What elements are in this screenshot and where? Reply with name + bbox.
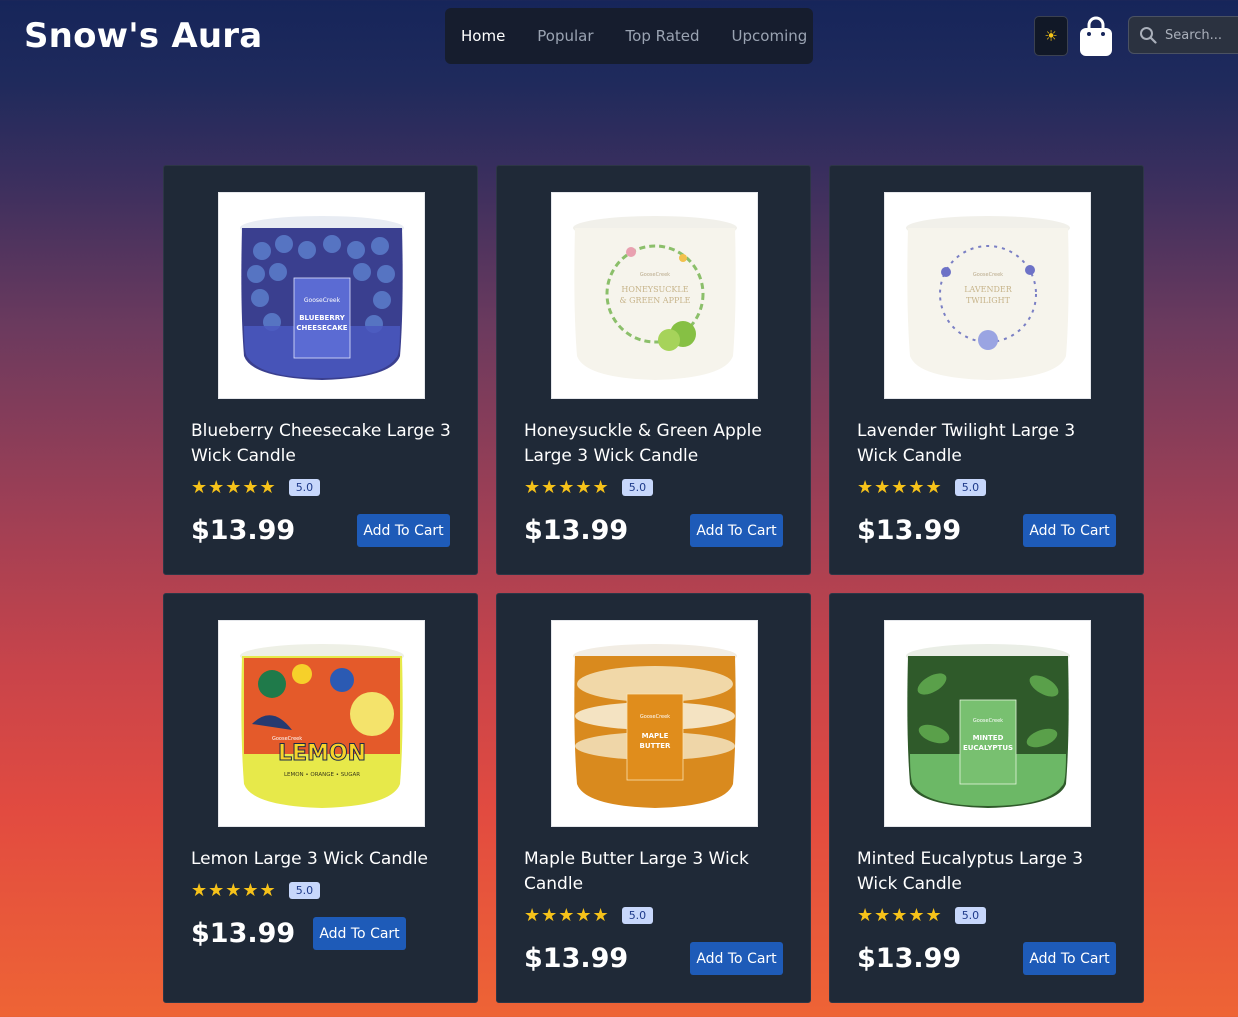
product-title[interactable]: Maple Butter Large 3 Wick Candle	[524, 847, 784, 897]
product-image[interactable]: GooseCreek MINTED EUCALYPTUS	[884, 620, 1091, 827]
svg-text:LEMON: LEMON	[277, 741, 365, 766]
svg-text:HONEYSUCKLE: HONEYSUCKLE	[621, 285, 688, 294]
theme-toggle-button[interactable]: ☀	[1034, 16, 1068, 56]
star-rating-icon: ★★★★★	[191, 477, 277, 497]
product-card: GooseCreek BLUEBERRY CHEESECAKE Blueberr…	[163, 165, 478, 575]
add-to-cart-button[interactable]: Add To Cart	[690, 942, 783, 975]
svg-text:MAPLE: MAPLE	[641, 732, 668, 740]
product-price: $13.99	[857, 943, 962, 974]
nav-home[interactable]: Home	[461, 27, 505, 45]
svg-text:LAVENDER: LAVENDER	[964, 285, 1013, 294]
candle-image: GooseCreek HONEYSUCKLE & GREEN APPLE	[572, 215, 737, 380]
add-to-cart-button[interactable]: Add To Cart	[313, 917, 406, 950]
add-to-cart-button[interactable]: Add To Cart	[690, 514, 783, 547]
product-rating: ★★★★★ 5.0	[524, 477, 654, 498]
product-image[interactable]: GooseCreek BLUEBERRY CHEESECAKE	[218, 192, 425, 399]
product-rating: ★★★★★ 5.0	[857, 477, 987, 498]
rating-badge: 5.0	[621, 907, 654, 924]
candle-image: GooseCreek MAPLE BUTTER	[572, 643, 737, 808]
candle-image: GooseCreek LEMON LEMON • ORANGE • SUGAR	[239, 643, 404, 808]
svg-text:& GREEN APPLE: & GREEN APPLE	[619, 296, 690, 305]
star-rating-icon: ★★★★★	[524, 905, 610, 925]
star-rating-icon: ★★★★★	[524, 477, 610, 497]
nav-top-rated[interactable]: Top Rated	[626, 27, 700, 45]
product-rating: ★★★★★ 5.0	[857, 905, 987, 926]
search-box[interactable]	[1128, 16, 1238, 54]
product-card: GooseCreek LEMON LEMON • ORANGE • SUGAR …	[163, 593, 478, 1003]
product-rating: ★★★★★ 5.0	[191, 880, 321, 901]
add-to-cart-button[interactable]: Add To Cart	[1023, 942, 1116, 975]
product-image[interactable]: GooseCreek LAVENDER TWILIGHT	[884, 192, 1091, 399]
svg-text:GooseCreek: GooseCreek	[303, 297, 340, 304]
product-title[interactable]: Lemon Large 3 Wick Candle	[191, 847, 451, 872]
rating-badge: 5.0	[621, 479, 654, 496]
product-rating: ★★★★★ 5.0	[191, 477, 321, 498]
svg-text:GooseCreek: GooseCreek	[639, 714, 669, 720]
product-rating: ★★★★★ 5.0	[524, 905, 654, 926]
svg-text:TWILIGHT: TWILIGHT	[966, 296, 1011, 305]
product-title[interactable]: Honeysuckle & Green Apple Large 3 Wick C…	[524, 419, 784, 469]
search-input[interactable]	[1165, 27, 1238, 43]
svg-text:MINTED: MINTED	[972, 734, 1003, 742]
product-title[interactable]: Lavender Twilight Large 3 Wick Candle	[857, 419, 1117, 469]
nav-popular[interactable]: Popular	[537, 27, 593, 45]
product-grid: GooseCreek BLUEBERRY CHEESECAKE Blueberr…	[163, 165, 1144, 1003]
product-title[interactable]: Minted Eucalyptus Large 3 Wick Candle	[857, 847, 1117, 897]
product-price: $13.99	[524, 943, 629, 974]
star-rating-icon: ★★★★★	[857, 477, 943, 497]
svg-text:LEMON • ORANGE • SUGAR: LEMON • ORANGE • SUGAR	[283, 772, 359, 778]
shopping-bag-icon	[1080, 16, 1112, 56]
search-icon	[1140, 27, 1157, 44]
product-card: GooseCreek MAPLE BUTTER Maple Butter Lar…	[496, 593, 811, 1003]
product-card: GooseCreek LAVENDER TWILIGHT Lavender Tw…	[829, 165, 1144, 575]
product-price: $13.99	[191, 515, 296, 546]
product-image[interactable]: GooseCreek MAPLE BUTTER	[551, 620, 758, 827]
sun-icon: ☀	[1044, 28, 1058, 45]
star-rating-icon: ★★★★★	[857, 905, 943, 925]
candle-image: GooseCreek BLUEBERRY CHEESECAKE	[239, 215, 404, 380]
product-price: $13.99	[191, 918, 296, 949]
rating-badge: 5.0	[288, 882, 321, 899]
add-to-cart-button[interactable]: Add To Cart	[357, 514, 450, 547]
product-price: $13.99	[857, 515, 962, 546]
star-rating-icon: ★★★★★	[191, 880, 277, 900]
product-image[interactable]: GooseCreek HONEYSUCKLE & GREEN APPLE	[551, 192, 758, 399]
product-card: GooseCreek HONEYSUCKLE & GREEN APPLE Hon…	[496, 165, 811, 575]
candle-image: GooseCreek LAVENDER TWILIGHT	[905, 215, 1070, 380]
main-nav: Home Popular Top Rated Upcoming	[445, 8, 813, 64]
svg-text:BLUEBERRY: BLUEBERRY	[299, 314, 346, 322]
product-price: $13.99	[524, 515, 629, 546]
rating-badge: 5.0	[288, 479, 321, 496]
brand-logo[interactable]: Snow's Aura	[24, 16, 262, 56]
svg-text:GooseCreek: GooseCreek	[639, 272, 669, 278]
svg-text:CHEESECAKE: CHEESECAKE	[296, 324, 347, 332]
rating-badge: 5.0	[954, 479, 987, 496]
svg-text:GooseCreek: GooseCreek	[972, 718, 1002, 724]
add-to-cart-button[interactable]: Add To Cart	[1023, 514, 1116, 547]
site-header: Snow's Aura Home Popular Top Rated Upcom…	[0, 0, 1238, 80]
svg-text:BUTTER: BUTTER	[639, 742, 671, 750]
nav-upcoming[interactable]: Upcoming	[732, 27, 808, 45]
product-title[interactable]: Blueberry Cheesecake Large 3 Wick Candle	[191, 419, 451, 469]
cart-button[interactable]	[1078, 14, 1114, 58]
candle-image: GooseCreek MINTED EUCALYPTUS	[905, 643, 1070, 808]
rating-badge: 5.0	[954, 907, 987, 924]
product-card: GooseCreek MINTED EUCALYPTUS Minted Euca…	[829, 593, 1144, 1003]
svg-text:GooseCreek: GooseCreek	[972, 272, 1002, 278]
svg-text:EUCALYPTUS: EUCALYPTUS	[962, 744, 1012, 752]
product-image[interactable]: GooseCreek LEMON LEMON • ORANGE • SUGAR	[218, 620, 425, 827]
